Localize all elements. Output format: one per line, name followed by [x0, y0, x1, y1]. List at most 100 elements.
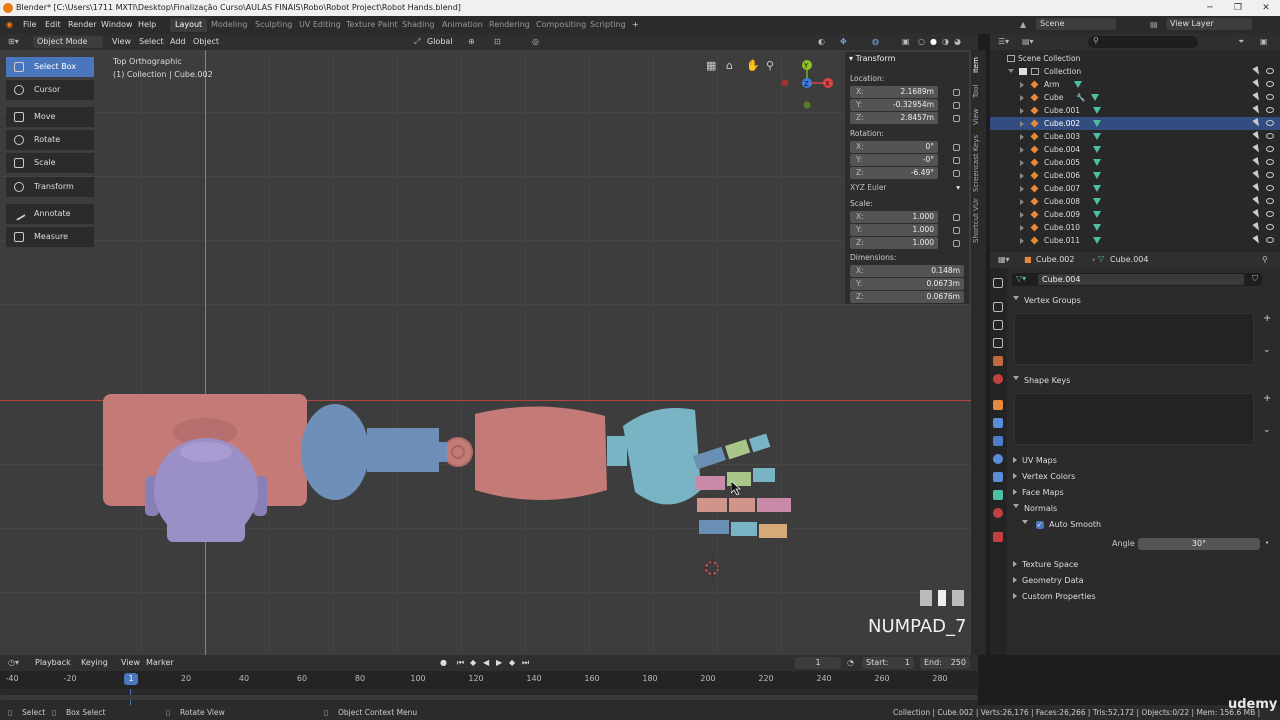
outliner-item-cube-011[interactable]: Cube.011 [990, 234, 1280, 247]
sidebar-tab-view[interactable]: View [972, 107, 982, 127]
keyframe-dot-icon[interactable]: • [1265, 539, 1269, 547]
select-pointer-icon[interactable] [1252, 170, 1262, 180]
jump-start-icon[interactable]: ⏮ [457, 655, 464, 671]
rotation-x-field[interactable]: X: 0° [850, 141, 938, 153]
select-pointer-icon[interactable] [1252, 92, 1262, 102]
eye-icon[interactable] [1266, 68, 1274, 74]
rotation-z-field[interactable]: Z: -6.49° [850, 167, 938, 179]
mesh-name-input[interactable]: Cube.004 [1038, 274, 1244, 285]
editor-type-icon[interactable]: ⊞▾ [8, 34, 19, 50]
wrench-icon[interactable]: 🔧 [1076, 91, 1085, 104]
select-pointer-icon[interactable] [1252, 118, 1262, 128]
mesh-data-icon[interactable] [1093, 120, 1101, 127]
output-properties-icon[interactable] [993, 320, 1003, 330]
section-texture-space[interactable]: Texture Space [1013, 560, 1078, 569]
proportional-edit-icon[interactable]: ◎ [532, 34, 539, 50]
tool-settings-icon[interactable] [993, 278, 1003, 288]
mesh-data-icon[interactable] [1093, 198, 1101, 205]
tool-measure[interactable]: Measure [6, 227, 94, 247]
new-collection-icon[interactable]: ▣ [1260, 37, 1268, 46]
mesh-data-icon[interactable] [1093, 185, 1101, 192]
scale-x-field[interactable]: X: 1.000 [850, 211, 938, 223]
end-frame-field[interactable]: End: 250 [920, 657, 970, 669]
mesh-data-icon[interactable] [1074, 81, 1082, 88]
play-reverse-icon[interactable]: ◀ [483, 655, 489, 671]
constraint-properties-icon[interactable] [993, 472, 1003, 482]
section-shape-keys[interactable]: Shape Keys [1013, 376, 1070, 385]
tool-annotate[interactable]: Annotate [6, 204, 94, 224]
modifier-properties-icon[interactable] [993, 418, 1003, 428]
tab-texture-paint[interactable]: Texture Paint [341, 18, 403, 32]
tab-scripting[interactable]: Scripting [585, 18, 631, 32]
mesh-datablock-field[interactable]: ▽▾ Cube.004 ⛉ [1012, 273, 1262, 286]
add-shape-key-icon[interactable]: + [1263, 393, 1271, 404]
select-pointer-icon[interactable] [1252, 209, 1262, 219]
rotation-mode-selector[interactable]: XYZ Euler ▾ [850, 182, 964, 194]
mesh-data-icon[interactable] [1093, 224, 1101, 231]
dimensions-x-field[interactable]: X: 0.148m [850, 265, 964, 277]
lock-icon[interactable] [953, 240, 960, 247]
jump-end-icon[interactable]: ⏭ [522, 655, 529, 671]
properties-editor-icon[interactable]: ▦▾ [998, 255, 1010, 264]
tool-transform[interactable]: Transform [6, 177, 94, 197]
shading-material-icon[interactable]: ◑ [942, 34, 949, 50]
scene-properties-icon[interactable] [993, 356, 1003, 366]
tool-scale[interactable]: Scale [6, 153, 94, 173]
outliner-item-cube-009[interactable]: Cube.009 [990, 208, 1280, 221]
sidebar-tab-shortcut-vur[interactable]: Shortcut VUr [972, 198, 982, 244]
shape-keys-list[interactable] [1014, 393, 1254, 445]
eye-icon[interactable] [1266, 224, 1274, 230]
camera-view-icon[interactable]: ⌂ [726, 59, 733, 72]
viewport-menu-object[interactable]: Object [193, 34, 219, 50]
play-icon[interactable]: ▶ [496, 655, 502, 671]
scene-selector[interactable]: Scene [1036, 18, 1116, 30]
eye-icon[interactable] [1266, 211, 1274, 217]
tool-move[interactable]: Move [6, 107, 94, 127]
pivot-icon[interactable]: ⊕ [468, 34, 475, 50]
eye-icon[interactable] [1266, 133, 1274, 139]
breadcrumb-object[interactable]: Cube.002 [1036, 255, 1074, 264]
outliner-item-cube-002[interactable]: Cube.002 [990, 117, 1280, 130]
tab-layout[interactable]: Layout [170, 18, 208, 32]
eye-icon[interactable] [1266, 198, 1274, 204]
render-properties-icon[interactable] [993, 302, 1003, 312]
tab-uv-editing[interactable]: UV Editing [294, 18, 346, 32]
3d-cursor-icon[interactable] [703, 559, 721, 577]
object-properties-icon[interactable] [993, 400, 1003, 410]
outliner[interactable]: Scene Collection Collection Arm Cube 🔧 Cu… [990, 50, 1280, 252]
lock-icon[interactable] [953, 102, 960, 109]
section-vertex-groups[interactable]: Vertex Groups [1013, 296, 1081, 305]
add-vertex-group-icon[interactable]: + [1263, 313, 1271, 324]
add-workspace-icon[interactable]: + [627, 18, 644, 32]
particle-properties-icon[interactable] [993, 436, 1003, 446]
timeline-menu-keying[interactable]: Keying [81, 655, 108, 671]
sidebar-tab-screencast-keys[interactable]: Screencast Keys [972, 134, 982, 192]
record-icon[interactable]: ● [440, 655, 447, 671]
dimensions-z-field[interactable]: Z: 0.0676m [850, 291, 964, 303]
shading-solid-icon[interactable]: ● [930, 34, 937, 50]
tool-cursor[interactable]: Cursor [6, 80, 94, 100]
outliner-item-cube-007[interactable]: Cube.007 [990, 182, 1280, 195]
select-pointer-icon[interactable] [1252, 235, 1262, 245]
checkbox-icon[interactable] [1019, 68, 1027, 75]
tab-modeling[interactable]: Modeling [206, 18, 252, 32]
timeline-scrollbar[interactable] [0, 695, 978, 700]
location-x-field[interactable]: X: 2.1689m [850, 86, 938, 98]
location-z-field[interactable]: Z: 2.8457m [850, 112, 938, 124]
outliner-editor-icon[interactable]: ☰▾ [998, 37, 1009, 46]
outliner-scene-collection[interactable]: Scene Collection [990, 52, 1280, 65]
pan-hand-icon[interactable]: ✋ [746, 59, 760, 72]
outliner-item-cube-006[interactable]: Cube.006 [990, 169, 1280, 182]
outliner-item-cube-003[interactable]: Cube.003 [990, 130, 1280, 143]
xray-icon[interactable]: ▣ [902, 34, 910, 50]
tab-sculpting[interactable]: Sculpting [250, 18, 297, 32]
gizmo-icon[interactable]: ✥ [840, 34, 847, 50]
rotation-y-field[interactable]: Y: -0° [850, 154, 938, 166]
eye-icon[interactable] [1266, 185, 1274, 191]
stopwatch-icon[interactable]: ◔ [847, 655, 854, 671]
orientation-selector[interactable]: Global [427, 34, 453, 50]
scale-z-field[interactable]: Z: 1.000 [850, 237, 938, 249]
timeline-body[interactable] [0, 689, 978, 705]
close-icon[interactable]: ✕ [1252, 0, 1280, 16]
eye-icon[interactable] [1266, 172, 1274, 178]
